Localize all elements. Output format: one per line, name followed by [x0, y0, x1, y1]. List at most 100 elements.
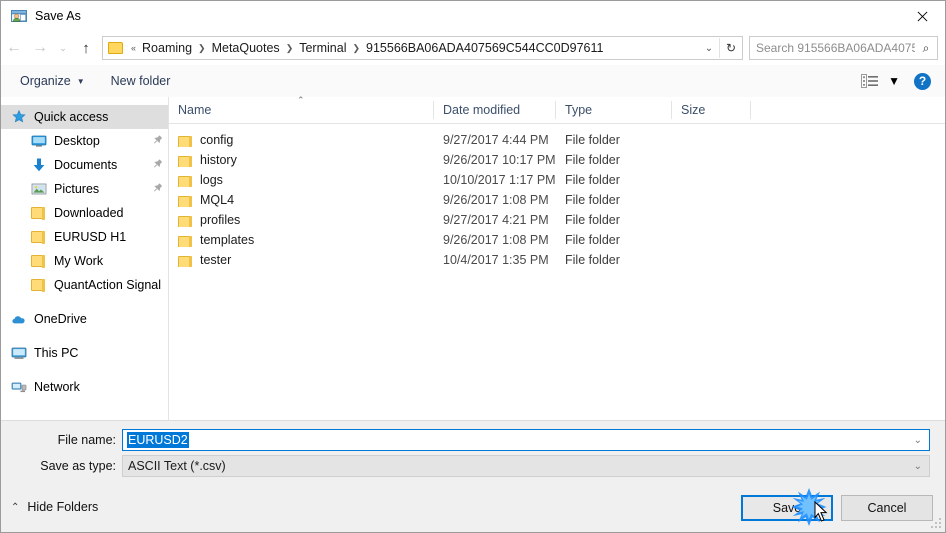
file-date: 9/26/2017 10:17 PM [443, 153, 556, 167]
file-name-input[interactable]: EURUSD2 ⌄ [122, 429, 930, 451]
file-name-cell: config [169, 133, 434, 147]
breadcrumb-separator: ❯ [285, 42, 294, 53]
column-header-date-modified[interactable]: Date modified [434, 101, 556, 119]
file-type: File folder [565, 133, 620, 147]
address-bar[interactable]: « Roaming ❯ MetaQuotes ❯ Terminal ❯ 9155… [102, 36, 743, 60]
cancel-button[interactable]: Cancel [841, 495, 933, 521]
file-name: templates [200, 233, 255, 247]
dialog-body: Quick access Desktop Documents Pictures … [1, 95, 945, 420]
folder-icon [178, 134, 193, 147]
dialog-footer: ⌃ Hide Folders Save Cancel [1, 486, 945, 532]
window-title: Save As [35, 9, 81, 23]
sidebar-item-label: My Work [54, 254, 104, 268]
documents-download-icon [31, 157, 47, 173]
file-name-row: File name: EURUSD2 ⌄ [1, 429, 930, 451]
save-as-type-select[interactable]: ASCII Text (*.csv) ⌄ [122, 455, 930, 477]
save-as-dialog: Save As ← → ⌄ ↑ « Roaming ❯ MetaQuotes ❯… [0, 0, 946, 533]
recent-locations-icon[interactable]: ⌄ [53, 43, 73, 54]
chevron-up-icon: ⌃ [11, 501, 20, 513]
save-as-folder-person-icon [11, 8, 27, 24]
file-type: File folder [565, 233, 620, 247]
close-button[interactable] [899, 1, 945, 31]
sidebar-item-label: Downloaded [54, 206, 124, 220]
table-row[interactable]: profiles 9/27/2017 4:21 PM File folder [169, 210, 945, 230]
forward-icon[interactable]: → [27, 40, 53, 56]
hide-folders-button[interactable]: ⌃ Hide Folders [11, 500, 98, 514]
search-icon: ⌕ [922, 40, 930, 55]
chevron-down-icon[interactable]: ⌄ [699, 43, 719, 54]
pin-icon[interactable] [148, 132, 166, 150]
cancel-label: Cancel [867, 501, 907, 515]
file-type: File folder [565, 153, 620, 167]
table-row[interactable]: tester 10/4/2017 1:35 PM File folder [169, 250, 945, 270]
search-input[interactable]: Search 915566BA06ADA40756... [750, 41, 915, 55]
sidebar-item-quick-access[interactable]: Quick access [1, 105, 168, 129]
refresh-icon[interactable]: ↻ [720, 41, 742, 55]
file-name: tester [200, 253, 232, 267]
navigation-pane: Quick access Desktop Documents Pictures … [1, 97, 169, 420]
sidebar-item-label: Network [34, 380, 80, 394]
hide-folders-label: Hide Folders [27, 500, 99, 514]
pin-icon[interactable] [148, 180, 166, 198]
save-as-type-value: ASCII Text (*.csv) [128, 459, 226, 473]
table-row[interactable]: MQL4 9/26/2017 1:08 PM File folder [169, 190, 945, 210]
folder-icon [31, 205, 47, 221]
star-icon [11, 109, 27, 125]
organize-button[interactable]: Organize ▼ [13, 71, 92, 91]
sidebar-item-quantaction-signal[interactable]: QuantAction Signal [1, 273, 168, 297]
sidebar-item-documents[interactable]: Documents [1, 153, 168, 177]
table-row[interactable]: logs 10/10/2017 1:17 PM File folder [169, 170, 945, 190]
column-header-size[interactable]: Size [672, 101, 751, 119]
breadcrumb-item-roaming[interactable]: Roaming [139, 41, 195, 55]
folder-icon [31, 229, 47, 245]
breadcrumb-item-metaquotes[interactable]: MetaQuotes [209, 41, 283, 55]
table-row[interactable]: config 9/27/2017 4:44 PM File folder [169, 130, 945, 150]
desktop-icon [31, 133, 47, 149]
sidebar-item-downloaded[interactable]: Downloaded [1, 201, 168, 225]
sidebar-item-my-work[interactable]: My Work [1, 249, 168, 273]
folder-icon [178, 194, 193, 207]
file-list: ⌃ Name Date modified Type Size config 9/… [169, 95, 945, 420]
sidebar-item-onedrive[interactable]: OneDrive [1, 307, 168, 331]
file-type: File folder [565, 213, 620, 227]
sidebar-item-this-pc[interactable]: This PC [1, 341, 168, 365]
file-date: 9/27/2017 4:44 PM [443, 133, 549, 147]
toolbar-right: ▼ ? [861, 72, 931, 90]
sidebar-item-label: Documents [54, 158, 118, 172]
onedrive-cloud-icon [11, 311, 27, 327]
breadcrumb-item-terminal[interactable]: Terminal [296, 41, 349, 55]
list-view-icon [861, 74, 879, 88]
pin-icon[interactable] [148, 156, 166, 174]
breadcrumb-overflow[interactable]: « [128, 43, 139, 53]
chevron-down-icon[interactable]: ⌄ [914, 435, 922, 446]
sidebar-item-eurusd-h1[interactable]: EURUSD H1 [1, 225, 168, 249]
change-view-button[interactable]: ▼ [861, 74, 900, 88]
help-label: ? [918, 74, 927, 88]
sidebar-item-pictures[interactable]: Pictures [1, 177, 168, 201]
up-one-level-icon[interactable]: ↑ [73, 41, 99, 56]
new-folder-button[interactable]: New folder [104, 71, 178, 91]
column-header-type[interactable]: Type [556, 101, 672, 119]
table-row[interactable]: templates 9/26/2017 1:08 PM File folder [169, 230, 945, 250]
navigation-bar: ← → ⌄ ↑ « Roaming ❯ MetaQuotes ❯ Termina… [1, 31, 945, 65]
table-row[interactable]: history 9/26/2017 10:17 PM File folder [169, 150, 945, 170]
breadcrumb-item-terminal-id[interactable]: 915566BA06ADA407569C544CC0D97611 [363, 41, 606, 55]
chevron-down-icon[interactable]: ▼ [888, 74, 900, 88]
sidebar-item-desktop[interactable]: Desktop [1, 129, 168, 153]
file-name-value: EURUSD2 [127, 432, 189, 448]
search-box[interactable]: Search 915566BA06ADA40756... ⌕ [749, 36, 938, 60]
resize-grip[interactable] [931, 518, 942, 529]
file-name: config [200, 133, 234, 147]
file-name-cell: profiles [169, 213, 434, 227]
sidebar-item-label: Desktop [54, 134, 100, 148]
file-date: 10/10/2017 1:17 PM [443, 173, 556, 187]
back-icon[interactable]: ← [1, 40, 27, 56]
file-rows: config 9/27/2017 4:44 PM File folder his… [169, 124, 945, 270]
chevron-down-icon[interactable]: ⌄ [914, 461, 922, 472]
save-button[interactable]: Save [741, 495, 833, 521]
sidebar-item-network[interactable]: Network [1, 375, 168, 399]
breadcrumb: « Roaming ❯ MetaQuotes ❯ Terminal ❯ 9155… [128, 41, 699, 55]
help-button[interactable]: ? [914, 72, 931, 90]
sidebar-item-label: QuantAction Signal [54, 278, 162, 292]
